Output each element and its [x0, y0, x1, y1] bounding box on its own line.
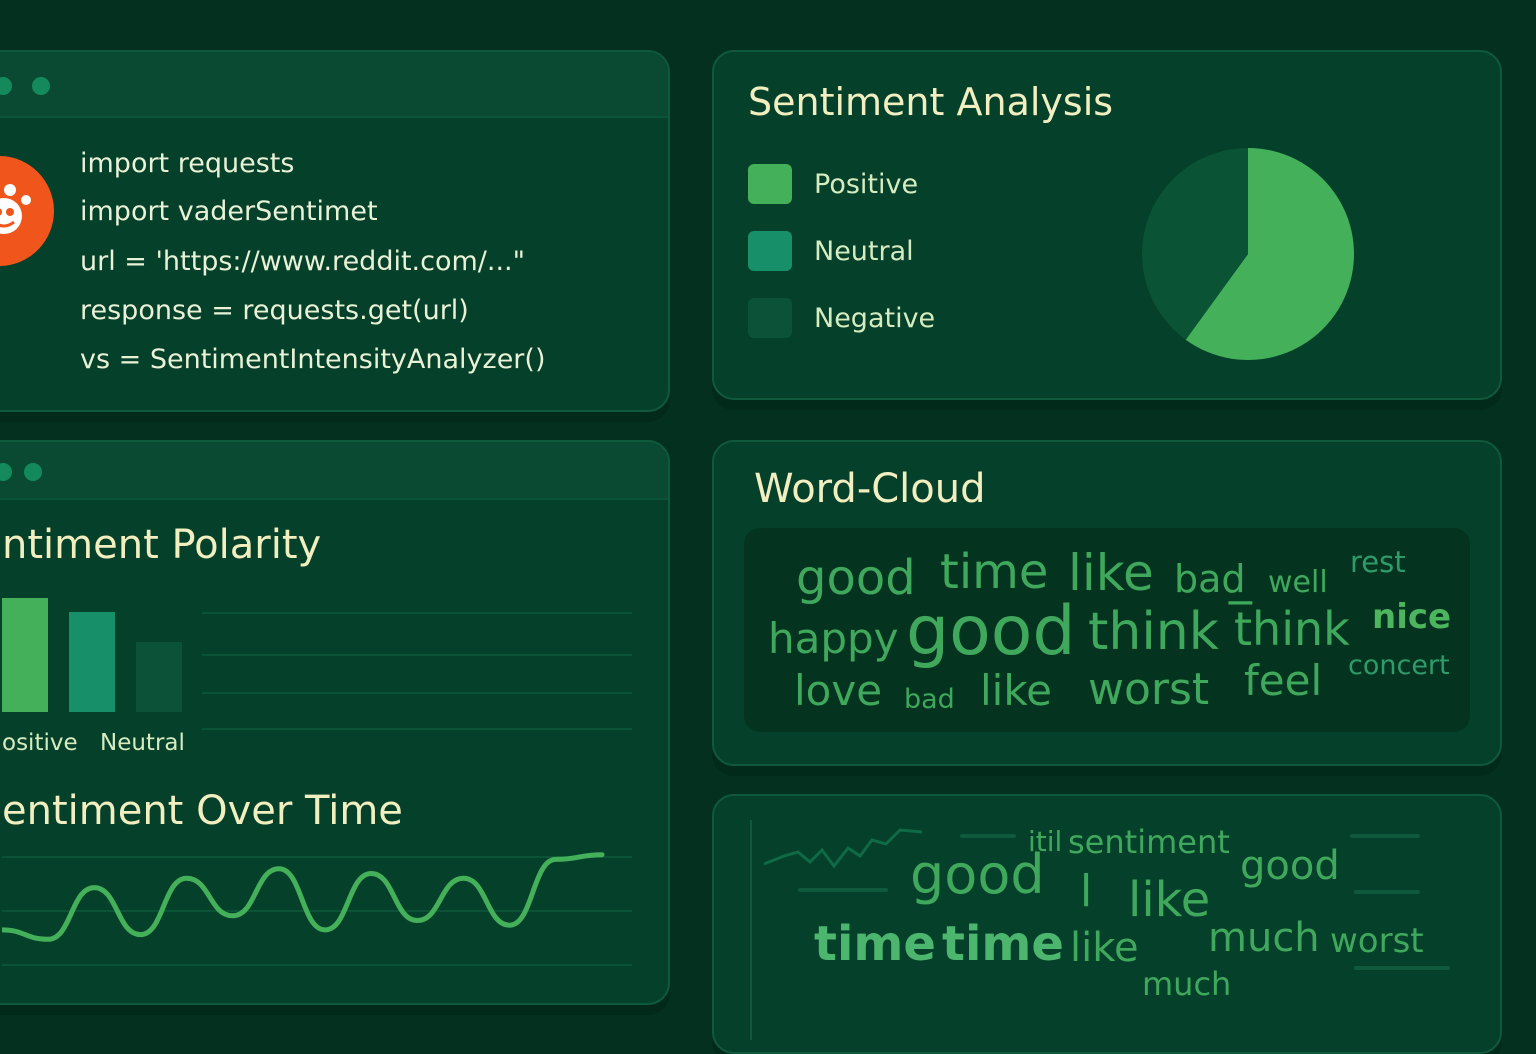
word-cloud-word[interactable]: l: [1080, 870, 1092, 914]
window-dot[interactable]: [0, 77, 12, 95]
code-line: vs = SentimentIntensityAnalyzer(): [80, 344, 546, 375]
word-cloud-word[interactable]: bad: [904, 686, 955, 713]
word-cloud-word[interactable]: like: [1068, 548, 1154, 598]
polarity-bar: [69, 611, 115, 712]
word-cloud-panel: Word-Cloud good time like bad well rest …: [712, 440, 1502, 766]
legend-label: Neutral: [814, 235, 914, 267]
code-panel: import requests import vaderSentimet url…: [0, 50, 670, 412]
bar-label: ositive: [2, 730, 78, 756]
word-cloud-word[interactable]: bad: [1174, 560, 1246, 598]
legend-swatch: [748, 231, 792, 271]
sentiment-analysis-title: Sentiment Analysis: [748, 80, 1114, 124]
sentiment-polarity-panel: ntiment Polarity ositive Neutral entimen…: [0, 440, 670, 1005]
polarity-panel-titlebar: [0, 442, 668, 500]
code-line: response = requests.get(url): [80, 295, 469, 326]
word-cloud-word[interactable]: rest: [1350, 548, 1406, 577]
chart-gridline: [202, 692, 632, 694]
sentiment-over-time-chart: [2, 852, 605, 942]
sentiment-polarity-title: ntiment Polarity: [2, 522, 322, 568]
chart-gridline: [202, 728, 632, 730]
word-cloud-word[interactable]: nice: [1372, 600, 1451, 634]
sentiment-analysis-panel: Sentiment Analysis Positive Neutral Nega…: [712, 50, 1502, 400]
word-cloud-word[interactable]: well: [1268, 568, 1328, 598]
word-cloud-word[interactable]: much: [1208, 918, 1320, 958]
word-cloud-title: Word-Cloud: [754, 466, 986, 512]
legend-item-positive[interactable]: Positive: [748, 164, 918, 204]
legend-label: Positive: [814, 168, 919, 200]
word-cloud-word[interactable]: love: [794, 670, 882, 712]
word-cloud-word[interactable]: sentiment: [1068, 826, 1230, 858]
word-frequency-panel: itil sentiment good good l like time tim…: [712, 794, 1502, 1054]
window-dot[interactable]: [32, 77, 50, 95]
word-cloud-word[interactable]: happy: [768, 618, 899, 660]
word-cloud-word[interactable]: worst: [1088, 668, 1209, 712]
decor-bar: [798, 888, 888, 892]
legend-swatch: [748, 164, 792, 204]
sentiment-line: [2, 852, 605, 942]
sentiment-over-time-title: entiment Over Time: [2, 788, 403, 834]
word-cloud-word[interactable]: good: [796, 554, 916, 602]
legend-item-negative[interactable]: Negative: [748, 298, 935, 338]
legend-item-neutral[interactable]: Neutral: [748, 231, 914, 271]
word-cloud-word[interactable]: worst: [1330, 924, 1424, 958]
legend-label: Negative: [814, 302, 936, 334]
word-cloud-word[interactable]: like: [1070, 928, 1139, 968]
word-cloud-word[interactable]: time: [814, 920, 936, 968]
panel-divider: [750, 820, 752, 1040]
chart-gridline: [202, 654, 632, 656]
word-cloud-word[interactable]: much: [1142, 968, 1231, 1000]
polarity-bar: [136, 642, 182, 712]
decor-bar: [1354, 966, 1450, 970]
chart-gridline: [202, 612, 632, 614]
code-line: import requests: [80, 148, 295, 179]
decor-bar: [1350, 834, 1420, 838]
word-cloud-word[interactable]: good: [906, 598, 1076, 666]
word-cloud-word[interactable]: feel: [1244, 660, 1322, 702]
word-cloud-canvas: good time like bad well rest happy good …: [744, 528, 1470, 732]
word-cloud-word[interactable]: like: [980, 670, 1052, 712]
reddit-logo-icon: [0, 156, 54, 266]
word-cloud-word[interactable]: time: [940, 548, 1048, 596]
polarity-bar: [2, 598, 48, 712]
sentiment-pie-chart: [1142, 148, 1354, 360]
code-panel-titlebar: [0, 52, 668, 118]
word-cloud-word[interactable]: concert: [1348, 652, 1450, 679]
code-line: url = 'https://www.reddit.com/...": [80, 246, 526, 277]
word-cloud-word[interactable]: good: [1240, 846, 1340, 886]
window-dot[interactable]: [0, 463, 12, 481]
word-cloud-word[interactable]: like: [1128, 876, 1210, 924]
sparkline-decoration: [764, 828, 923, 869]
code-line: import vaderSentimet: [80, 196, 378, 227]
decor-bar: [960, 834, 1016, 838]
window-dot[interactable]: [24, 463, 42, 481]
bar-label: Neutral: [100, 730, 185, 756]
word-cloud-word[interactable]: good: [910, 848, 1045, 902]
word-cloud-word[interactable]: t̅hink: [1234, 606, 1350, 652]
chart-gridline: [2, 964, 632, 966]
word-cloud-word[interactable]: time: [942, 920, 1064, 968]
decor-bar: [1354, 890, 1420, 894]
legend-swatch: [748, 298, 792, 338]
word-cloud-word[interactable]: think: [1088, 606, 1219, 658]
